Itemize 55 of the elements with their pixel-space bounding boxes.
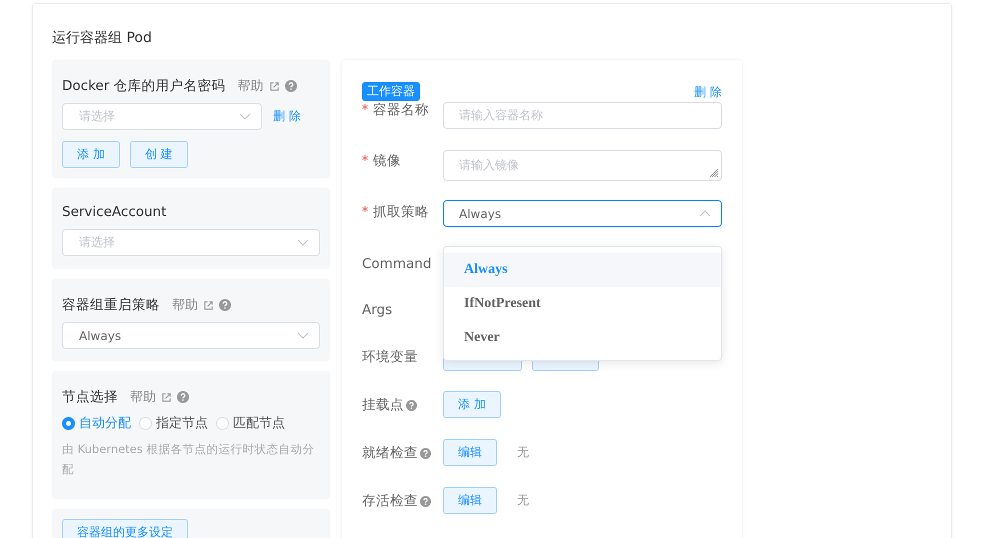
select-field[interactable]: Always — [62, 322, 320, 349]
external-link-icon — [268, 80, 280, 92]
field-label: 就绪检查 — [362, 444, 418, 462]
help-icon[interactable] — [219, 299, 231, 311]
status-text: 无 — [517, 492, 529, 509]
field-label: 容器名称 — [373, 101, 429, 119]
delete-link[interactable]: 删 除 — [273, 108, 301, 125]
description-text: 由 Kubernetes 根据各节点的运行时状态自动分配 — [62, 441, 316, 478]
help-link[interactable]: 帮助 — [130, 388, 156, 406]
card-title: 节点选择 — [62, 388, 118, 406]
radio-option[interactable]: 自动分配 — [62, 414, 131, 432]
textarea-field[interactable]: 请输入镜像 — [443, 150, 722, 181]
radio-option[interactable]: 匹配节点 — [216, 414, 285, 432]
external-link-icon — [161, 392, 172, 402]
help-icon[interactable] — [284, 80, 297, 92]
card-title: ServiceAccount — [62, 204, 166, 220]
field-label: 挂载点 — [362, 396, 404, 414]
more-settings-button[interactable]: 容器组的更多设定 — [62, 519, 188, 538]
select-field[interactable]: 请选择 — [62, 229, 320, 256]
container-tag: 工作容器 — [362, 82, 420, 101]
chevron-down-icon — [297, 332, 309, 339]
section-title: 运行容器组 Pod — [52, 29, 153, 48]
field-label: Command — [362, 256, 432, 272]
help-icon[interactable] — [406, 400, 417, 410]
add-button[interactable]: 添 加 — [62, 141, 120, 168]
help-icon[interactable] — [420, 496, 431, 506]
action-button[interactable]: 编辑 — [443, 439, 497, 466]
status-text: 无 — [517, 444, 529, 461]
field-label: Args — [362, 302, 392, 318]
add-button[interactable]: 创 建 — [130, 141, 188, 168]
help-icon[interactable] — [177, 391, 189, 403]
dropdown-option[interactable]: IfNotPresent — [444, 287, 721, 321]
select-field[interactable]: 请选择 — [62, 103, 262, 130]
chevron-down-icon — [297, 239, 309, 246]
card-title: 容器组重启策略 — [62, 296, 160, 314]
select-field[interactable]: Always — [443, 200, 722, 227]
resize-handle-icon[interactable] — [709, 168, 719, 178]
help-link[interactable]: 帮助 — [172, 296, 198, 314]
radio-option[interactable]: 指定节点 — [139, 414, 208, 432]
field-label: 存活检查 — [362, 492, 418, 510]
field-label: 环境变量 — [362, 348, 418, 366]
input-field[interactable]: 请输入容器名称 — [443, 102, 722, 129]
help-icon[interactable] — [420, 448, 431, 458]
chevron-up-icon — [699, 210, 711, 217]
field-label: 镜像 — [373, 152, 401, 170]
dropdown-option[interactable]: Never — [444, 321, 721, 355]
chevron-down-icon — [239, 113, 251, 120]
action-button[interactable]: 添 加 — [443, 391, 501, 418]
field-label: 抓取策略 — [373, 203, 429, 221]
delete-link[interactable]: 删 除 — [694, 84, 722, 101]
action-button[interactable]: 编辑 — [443, 487, 497, 514]
external-link-icon — [203, 300, 214, 310]
card-title: Docker 仓库的用户名密码 — [62, 77, 226, 95]
dropdown-option[interactable]: Always — [444, 253, 721, 287]
help-link[interactable]: 帮助 — [238, 77, 264, 95]
